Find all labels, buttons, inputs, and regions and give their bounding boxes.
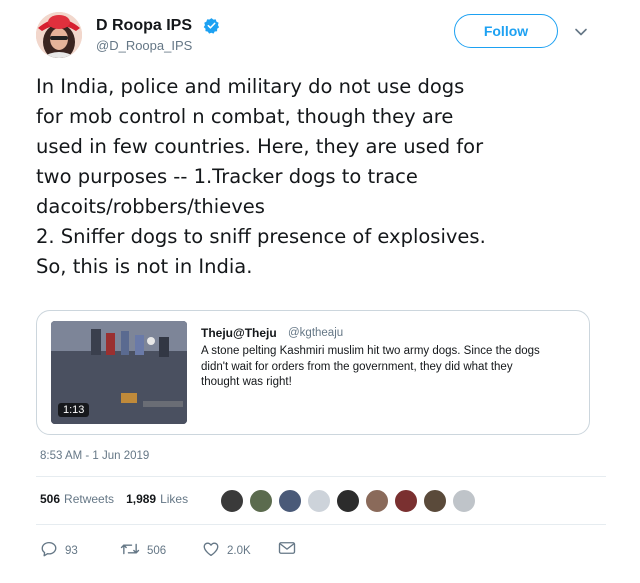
liker-avatar[interactable]: [249, 489, 273, 513]
liker-avatar[interactable]: [220, 489, 244, 513]
tweet-line: So, this is not in India.: [36, 255, 253, 278]
like-button[interactable]: 2.0K: [202, 540, 251, 561]
liker-avatars[interactable]: [220, 487, 480, 515]
quoted-author-handle[interactable]: @kgtheaju: [288, 327, 343, 339]
liker-avatar[interactable]: [336, 489, 360, 513]
author-handle[interactable]: @D_Roopa_IPS: [96, 38, 192, 53]
quoted-tweet-line: A stone pelting Kashmiri muslim hit two …: [201, 345, 540, 357]
tweet-line: two purposes -- 1.Tracker dogs to trace: [36, 165, 418, 188]
tweet-line: In India, police and military do not use…: [36, 75, 465, 98]
quoted-tweet-line: thought was right!: [201, 376, 292, 388]
message-icon: [278, 540, 303, 559]
tweet-text: In India, police and military do not use…: [36, 72, 606, 282]
liker-avatar[interactable]: [423, 489, 447, 513]
quoted-tweet-text: A stone pelting Kashmiri muslim hit two …: [201, 344, 581, 391]
liker-avatar[interactable]: [278, 489, 302, 513]
retweet-icon: [120, 540, 147, 561]
quoted-author-name[interactable]: Theju@Theju: [201, 326, 277, 340]
like-icon: [202, 540, 227, 561]
retweets-label: Retweets: [64, 492, 115, 506]
reply-icon: [40, 540, 65, 561]
chevron-down-icon[interactable]: [574, 25, 588, 39]
verified-icon: [203, 17, 220, 34]
tweet-header: D Roopa IPS @D_Roopa_IPS Follow: [36, 12, 606, 58]
retweets-stat[interactable]: 506 Retweets: [40, 492, 114, 506]
divider: [36, 524, 606, 525]
tweet-line: dacoits/robbers/thieves: [36, 195, 265, 218]
video-thumbnail[interactable]: 1:13: [51, 321, 187, 424]
liker-avatar[interactable]: [307, 489, 331, 513]
video-duration: 1:13: [58, 403, 90, 417]
tweet-line: used in few countries. Here, they are us…: [36, 135, 484, 158]
engagement-stats: 506 Retweets 1,989 Likes: [40, 492, 200, 506]
reply-button[interactable]: 93: [40, 540, 78, 561]
liker-avatar[interactable]: [365, 489, 389, 513]
follow-button[interactable]: Follow: [454, 14, 558, 48]
tweet-actions: 93 506 2.0K: [40, 540, 360, 560]
likes-count: 1,989: [126, 492, 157, 506]
likes-stat[interactable]: 1,989 Likes: [126, 492, 188, 506]
author-avatar[interactable]: [36, 12, 82, 58]
retweet-button[interactable]: 506: [120, 540, 166, 561]
liker-avatar[interactable]: [394, 489, 418, 513]
like-count: 2.0K: [227, 544, 251, 557]
tweet-line: 2. Sniffer dogs to sniff presence of exp…: [36, 225, 486, 248]
quoted-tweet-line: didn't wait for orders from the governme…: [201, 360, 513, 373]
author-name[interactable]: D Roopa IPS: [96, 17, 192, 35]
retweet-count: 506: [147, 544, 167, 557]
message-button[interactable]: [278, 540, 303, 559]
divider: [36, 476, 606, 477]
quoted-tweet-card[interactable]: 1:13 Theju@Theju @kgtheaju A stone pelti…: [36, 310, 590, 435]
tweet-line: for mob control n combat, though they ar…: [36, 105, 454, 128]
tweet-timestamp[interactable]: 8:53 AM - 1 Jun 2019: [40, 450, 149, 462]
liker-avatar[interactable]: [452, 489, 476, 513]
reply-count: 93: [65, 544, 78, 557]
retweets-count: 506: [40, 492, 61, 506]
likes-label: Likes: [160, 492, 189, 506]
